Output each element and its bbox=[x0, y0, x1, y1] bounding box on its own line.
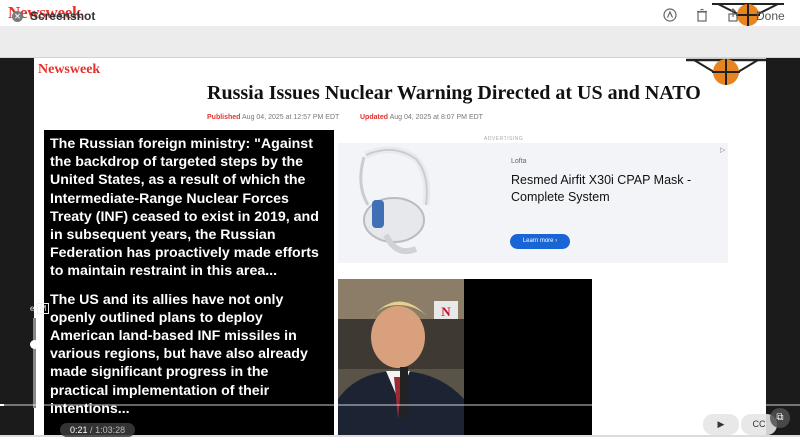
play-icon[interactable]: ▶ bbox=[703, 414, 739, 435]
window-title: Screenshot bbox=[30, 9, 96, 23]
volume-slider[interactable] bbox=[33, 318, 36, 408]
ad-title[interactable]: Resmed Airfit X30i CPAP Mask - Complete … bbox=[511, 172, 711, 206]
close-icon[interactable]: ✕ bbox=[12, 11, 23, 22]
ad-info-icon[interactable]: ▷ bbox=[720, 146, 725, 154]
newsweek-logo[interactable]: Newsweek bbox=[38, 62, 100, 78]
duration: 1:03:28 bbox=[95, 425, 126, 435]
mode-badge[interactable]: e M bbox=[30, 303, 50, 314]
progress-fill bbox=[0, 404, 5, 406]
published-label: Published bbox=[207, 114, 241, 121]
learn-more-label: Learn more bbox=[522, 238, 554, 244]
pip-icon[interactable]: ⧉ bbox=[770, 408, 790, 428]
done-button[interactable]: Done bbox=[756, 9, 785, 23]
quote-overlay: The Russian foreign ministry: "Against t… bbox=[44, 130, 334, 435]
share-icon[interactable] bbox=[725, 8, 741, 24]
markup-icon[interactable] bbox=[662, 8, 678, 24]
updated-date-text: Aug 04, 2025 at 8:07 PM EDT bbox=[389, 114, 483, 121]
quote-paragraph: The Russian foreign ministry: "Against t… bbox=[50, 136, 319, 280]
published-date: Published Aug 04, 2025 at 12:57 PM EDT bbox=[207, 114, 339, 121]
current-time: 0:21 bbox=[70, 425, 88, 435]
updated-label: Updated bbox=[360, 114, 388, 121]
quote-paragraph: The US and its allies have not only open… bbox=[50, 291, 308, 417]
browser-strip bbox=[0, 0, 800, 26]
chevron-right-icon: › bbox=[555, 238, 558, 244]
volume-knob[interactable] bbox=[30, 340, 39, 349]
article-headline: Russia Issues Nuclear Warning Directed a… bbox=[207, 82, 701, 104]
ad-brand: Lofta bbox=[511, 158, 527, 165]
mode-label: M bbox=[36, 303, 50, 314]
cpap-mask-image bbox=[359, 146, 431, 255]
trash-icon[interactable] bbox=[694, 8, 710, 24]
ad-label: ADVERTISING bbox=[484, 136, 524, 142]
learn-more-button[interactable]: Learn more › bbox=[510, 234, 570, 249]
published-date-text: Aug 04, 2025 at 12:57 PM EDT bbox=[242, 114, 340, 121]
svg-text:N: N bbox=[441, 304, 451, 319]
progress-track[interactable] bbox=[0, 404, 800, 406]
quicklook-toolbar bbox=[0, 26, 800, 58]
updated-date: Updated Aug 04, 2025 at 8:07 PM EDT bbox=[360, 114, 483, 121]
video-frame-image: N bbox=[338, 279, 464, 435]
